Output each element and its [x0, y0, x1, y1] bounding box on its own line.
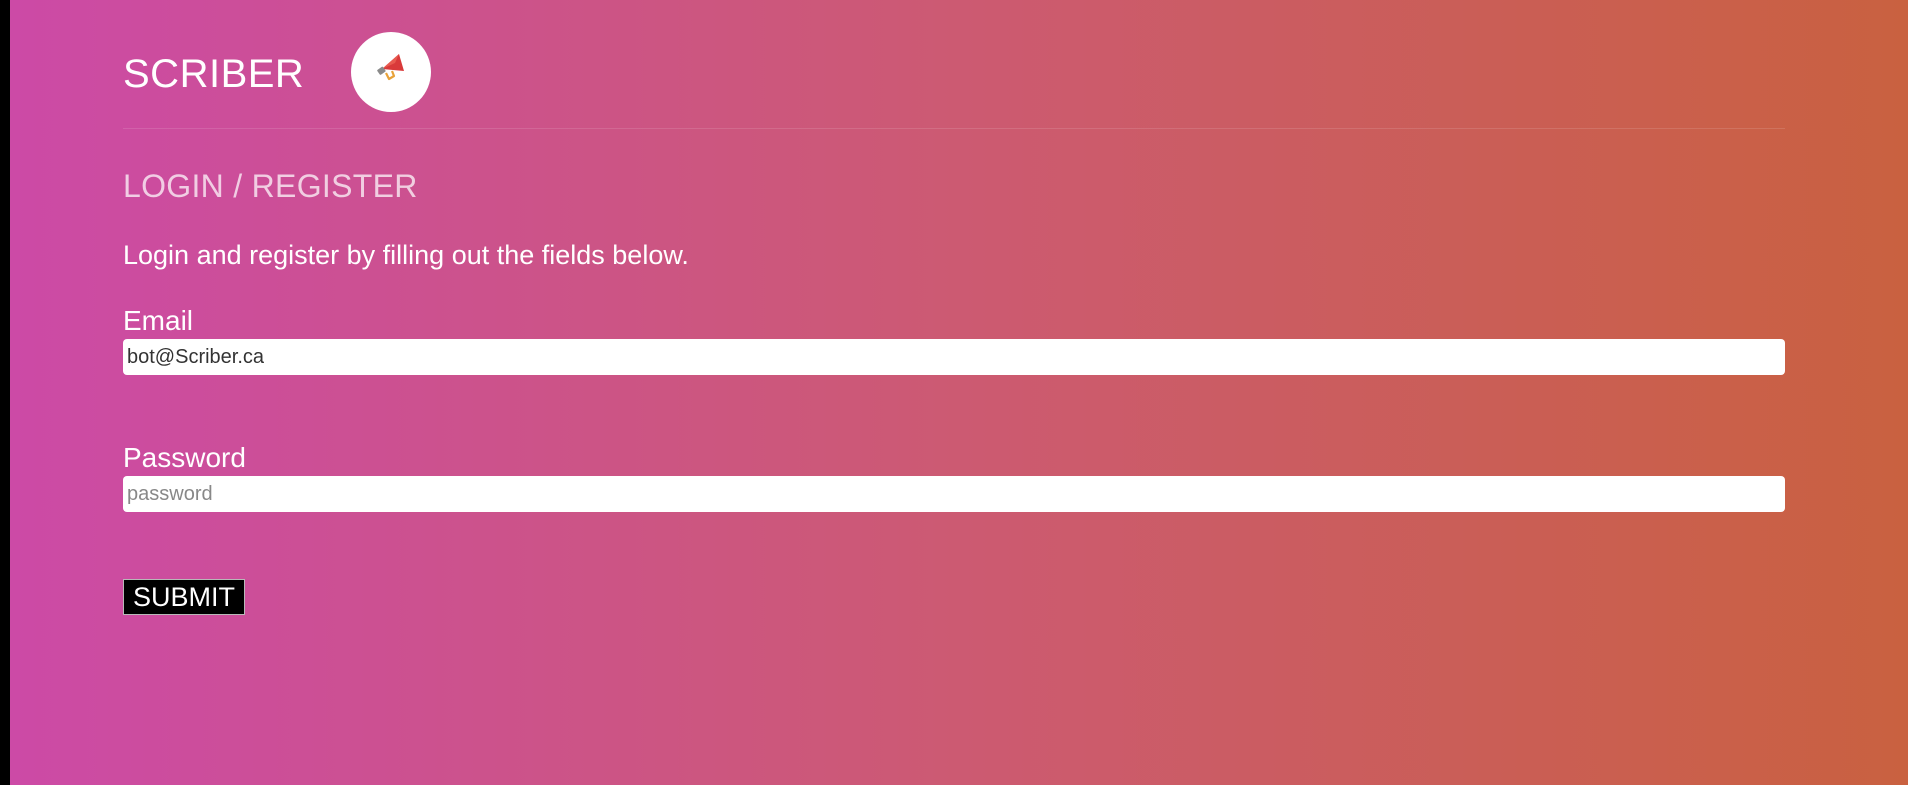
intro-text: Login and register by filling out the fi…	[123, 240, 689, 270]
email-label: Email	[123, 305, 194, 336]
password-label: Password	[123, 442, 246, 473]
brand-title: SCRIBER	[123, 52, 305, 96]
megaphone-icon	[377, 54, 404, 81]
page-title: LOGIN / REGISTER	[123, 168, 418, 204]
password-field[interactable]	[123, 476, 1785, 512]
submit-button[interactable]: SUBMIT	[123, 579, 246, 615]
email-field[interactable]	[123, 339, 1785, 375]
page-background: SCRIBER LOGIN / REGISTER Login and regis…	[10, 0, 1908, 785]
logo-badge	[351, 32, 431, 112]
content-container: SCRIBER LOGIN / REGISTER Login and regis…	[123, 0, 1785, 615]
site-header: SCRIBER	[123, 0, 1785, 129]
